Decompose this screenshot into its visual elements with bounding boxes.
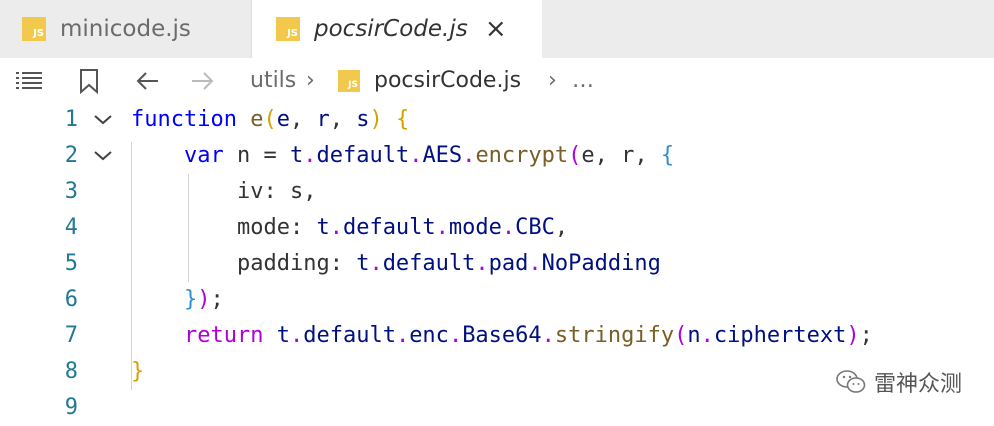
code-text: }); [183, 287, 224, 312]
line-number: 3 [64, 179, 78, 204]
line-number: 6 [64, 287, 78, 312]
line-number: 7 [64, 323, 78, 348]
code-text: function e(e, r, s) { [131, 107, 410, 132]
breadcrumb-bar: utils › JS pocsirCode.js › … [0, 58, 994, 104]
js-file-icon: JS [22, 17, 46, 41]
wechat-icon [836, 370, 866, 393]
code-text: mode: t.default.mode.CBC, [236, 215, 569, 240]
watermark-text: 雷神众测 [873, 372, 962, 397]
js-file-icon: JS [276, 17, 300, 41]
line-number: 1 [64, 107, 78, 132]
code-text: padding: t.default.pad.NoPadding [236, 251, 661, 276]
breadcrumb-more[interactable]: … [572, 68, 594, 93]
tab-bar: JS minicode.js JS pocsirCode.js × [0, 0, 994, 58]
chevron-down-icon[interactable] [92, 138, 114, 174]
code-text: } [131, 359, 145, 384]
code-line[interactable]: 3 iv: s, [0, 174, 994, 210]
code-line[interactable]: 6 }); [0, 282, 994, 318]
close-icon[interactable]: × [484, 14, 508, 44]
line-number: 4 [64, 215, 78, 240]
arrow-right-icon[interactable] [190, 68, 216, 94]
code-line[interactable]: 1 function e(e, r, s) { [0, 102, 994, 138]
chevron-down-icon[interactable] [92, 102, 114, 138]
watermark: 雷神众测 [836, 366, 962, 398]
list-icon[interactable] [16, 68, 42, 94]
code-text: return t.default.enc.Base64.stringify(n.… [183, 323, 873, 348]
code-text: var n = t.default.AES.encrypt(e, r, { [183, 143, 675, 168]
chevron-right-icon: › [548, 68, 557, 93]
tab-minicode[interactable]: JS minicode.js [0, 0, 252, 58]
tab-pocsircode[interactable]: JS pocsirCode.js × [252, 0, 542, 58]
code-line[interactable]: 2 var n = t.default.AES.encrypt(e, r, { [0, 138, 994, 174]
line-number: 9 [64, 395, 78, 420]
bookmark-icon[interactable] [76, 68, 102, 94]
tab-label: pocsirCode.js [314, 16, 468, 42]
chevron-right-icon: › [306, 68, 315, 93]
code-line[interactable]: 5 padding: t.default.pad.NoPadding [0, 246, 994, 282]
tab-label: minicode.js [60, 16, 191, 42]
breadcrumb-file[interactable]: pocsirCode.js [374, 68, 521, 93]
code-text: iv: s, [236, 179, 317, 204]
code-line[interactable]: 7 return t.default.enc.Base64.stringify(… [0, 318, 994, 354]
arrow-left-icon[interactable] [134, 68, 160, 94]
js-file-icon: JS [338, 70, 360, 92]
breadcrumb-folder[interactable]: utils [250, 68, 296, 93]
line-number: 8 [64, 359, 78, 384]
line-number: 5 [64, 251, 78, 276]
line-number: 2 [64, 143, 78, 168]
code-line[interactable]: 4 mode: t.default.mode.CBC, [0, 210, 994, 246]
